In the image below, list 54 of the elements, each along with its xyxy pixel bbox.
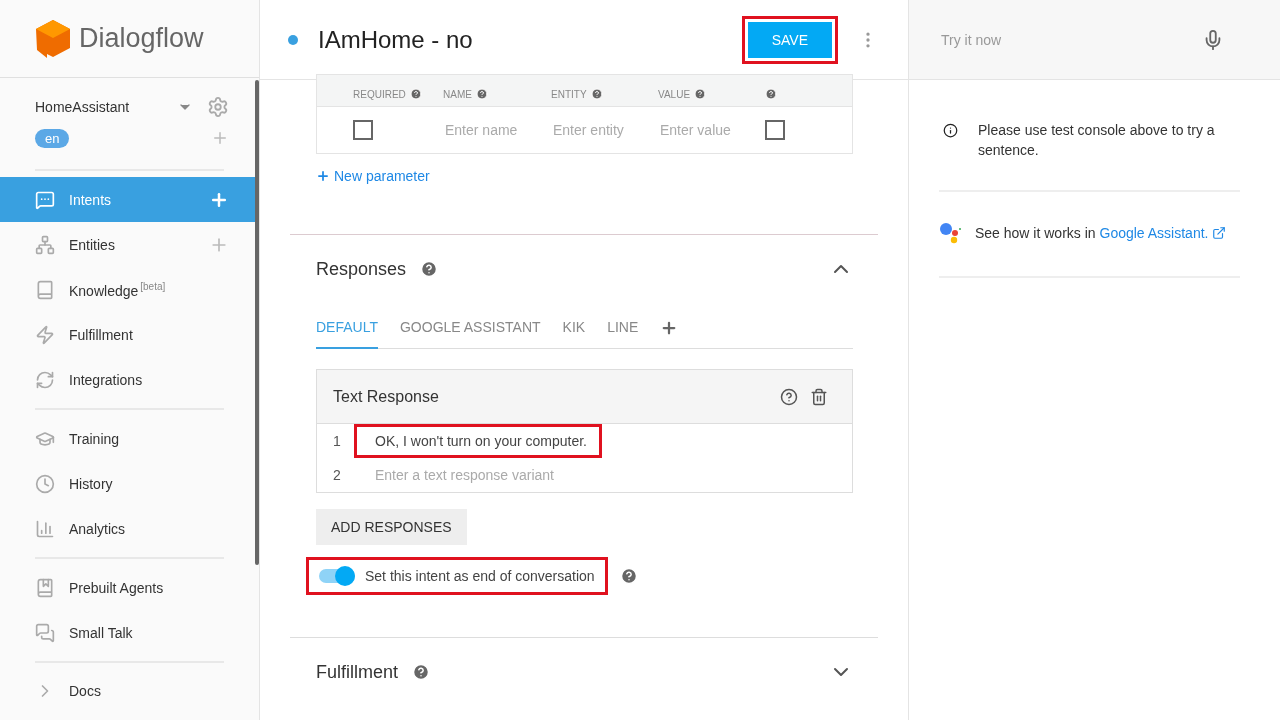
add-responses-button[interactable]: ADD RESPONSES — [316, 509, 467, 545]
sidebar-item[interactable]: Integrations — [0, 357, 259, 403]
chat-bubbles-icon — [35, 622, 55, 643]
checkbox[interactable] — [765, 120, 785, 140]
bar-chart-icon — [35, 518, 55, 539]
trash-icon[interactable] — [810, 387, 828, 406]
plus-icon — [316, 169, 330, 183]
assistant-link[interactable]: Google Assistant. — [1099, 225, 1209, 241]
external-link-icon[interactable] — [1212, 226, 1227, 240]
sidebar-item[interactable]: Small Talk — [0, 610, 259, 655]
toggle-switch[interactable] — [319, 569, 355, 583]
speech-bubble-icon — [35, 189, 55, 210]
assistant-dots-icon — [939, 222, 961, 244]
refresh-icon — [35, 369, 55, 390]
help-icon[interactable] — [780, 387, 798, 406]
response-text[interactable]: OK, I won't turn on your computer. — [357, 427, 599, 455]
sidebar-item[interactable]: Knowledge$^{[beta]}$ — [0, 267, 259, 313]
clock-icon — [35, 473, 55, 494]
response-tab[interactable]: LINE — [607, 306, 639, 349]
response-tab[interactable]: GOOGLE ASSISTANT — [400, 306, 541, 349]
required-checkbox[interactable] — [353, 120, 373, 140]
line-number: 2 — [332, 467, 342, 483]
scrollbar-thumb[interactable] — [255, 80, 259, 565]
sidebar-item[interactable]: Analytics — [0, 506, 259, 552]
book-icon — [35, 279, 55, 300]
column-header: REQUIRED — [353, 88, 406, 100]
toggle-label: Set this intent as end of conversation — [365, 568, 595, 584]
sidebar-item[interactable]: History — [0, 461, 259, 507]
section-title: Responses — [316, 258, 407, 280]
section-title: Fulfillment — [316, 661, 399, 683]
column-header: ENTITY — [551, 88, 587, 100]
card-title: Text Response — [333, 387, 440, 406]
info-icon — [943, 123, 958, 138]
bookmark-book-icon — [35, 577, 55, 598]
response-tab[interactable]: KIK — [562, 306, 586, 349]
cube-logo-icon — [35, 18, 71, 59]
intent-title: IAmHome - no — [318, 25, 474, 54]
info-text: Please use test console above to try a sentence. — [978, 121, 1216, 160]
try-it-field[interactable]: Try it now — [939, 30, 1202, 49]
status-dot — [288, 34, 298, 45]
hierarchy-icon — [35, 234, 55, 255]
sidebar-item[interactable]: Training — [0, 416, 259, 462]
logo-text: Dialogflow — [79, 23, 204, 55]
new-parameter-link[interactable]: New parameter — [316, 168, 430, 184]
line-number: 1 — [332, 433, 342, 449]
assistant-text: See how it works in Google Assistant. — [975, 225, 1209, 241]
sidebar-item[interactable]: Entities — [0, 222, 259, 268]
column-header: VALUE — [658, 88, 691, 100]
sidebar-item[interactable]: Prebuilt Agents — [0, 565, 259, 610]
column-header: NAME — [443, 88, 472, 100]
lightning-icon — [35, 324, 55, 345]
agent-name[interactable]: HomeAssistant — [35, 98, 177, 115]
sidebar-item[interactable]: Docs — [0, 668, 259, 714]
sidebar-item[interactable]: Fulfillment — [0, 312, 259, 358]
